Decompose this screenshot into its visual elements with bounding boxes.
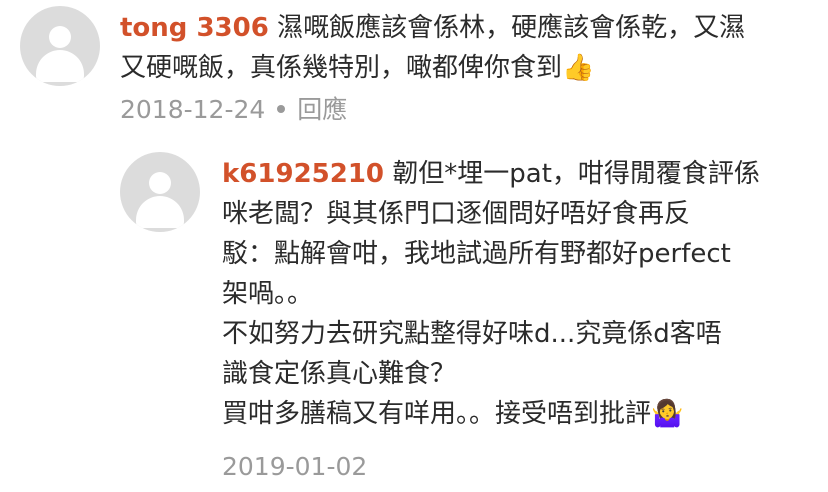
avatar-head	[49, 26, 71, 48]
comment-text: tong 3306 濕嘅飯應該會係林，硬應該會係乾，又濕 又硬嘅飯，真係幾特別，…	[120, 8, 820, 88]
avatar-body	[136, 196, 184, 228]
reply-text-line: 駁：點解會咁，我地試過所有野都好perfect	[222, 239, 731, 269]
thumbs-up-icon: 👍	[562, 53, 595, 83]
reply-text-line: 韌但*埋一pat，咁得閒覆食評係	[392, 159, 760, 189]
reply-text-line: 咪老闆？與其係門口逐個問好唔好食再反	[222, 199, 691, 229]
reply-text-line: 買咁多膳稿又有咩用。。接受唔到批評	[222, 399, 652, 429]
comment-item: tong 3306 濕嘅飯應該會係林，硬應該會係乾，又濕 又硬嘅飯，真係幾特別，…	[0, 0, 828, 140]
reply-date: 2019-01-02	[222, 452, 368, 481]
username[interactable]: k61925210	[222, 159, 384, 189]
reply-text-line: 架喎。。	[222, 279, 314, 309]
shrug-icon: 🤷‍♀️	[651, 399, 684, 429]
reply-meta: 2019-01-02	[222, 450, 367, 484]
reply-text-line: 識食定係真心難食？	[222, 359, 457, 389]
separator-dot-icon	[277, 105, 286, 113]
avatar-head	[149, 172, 171, 194]
reply-text-line: 不如努力去研究點整得好味d...究竟係d客唔	[222, 319, 722, 349]
reply-button[interactable]: 回應	[297, 95, 347, 124]
username[interactable]: tong 3306	[120, 13, 269, 43]
avatar[interactable]	[120, 152, 200, 232]
comment-date: 2018-12-24	[120, 95, 266, 124]
comment-meta: 2018-12-24 回應	[120, 93, 347, 127]
reply-item: k61925210 韌但*埋一pat，咁得閒覆食評係 咪老闆？與其係門口逐個問好…	[0, 140, 828, 492]
comment-text-line: 濕嘅飯應該會係林，硬應該會係乾，又濕	[277, 13, 746, 43]
reply-text: k61925210 韌但*埋一pat，咁得閒覆食評係 咪老闆？與其係門口逐個問好…	[222, 154, 822, 434]
comment-text-line: 又硬嘅飯，真係幾特別，噉都俾你食到	[120, 53, 563, 83]
avatar[interactable]	[20, 6, 100, 86]
avatar-body	[36, 50, 84, 82]
